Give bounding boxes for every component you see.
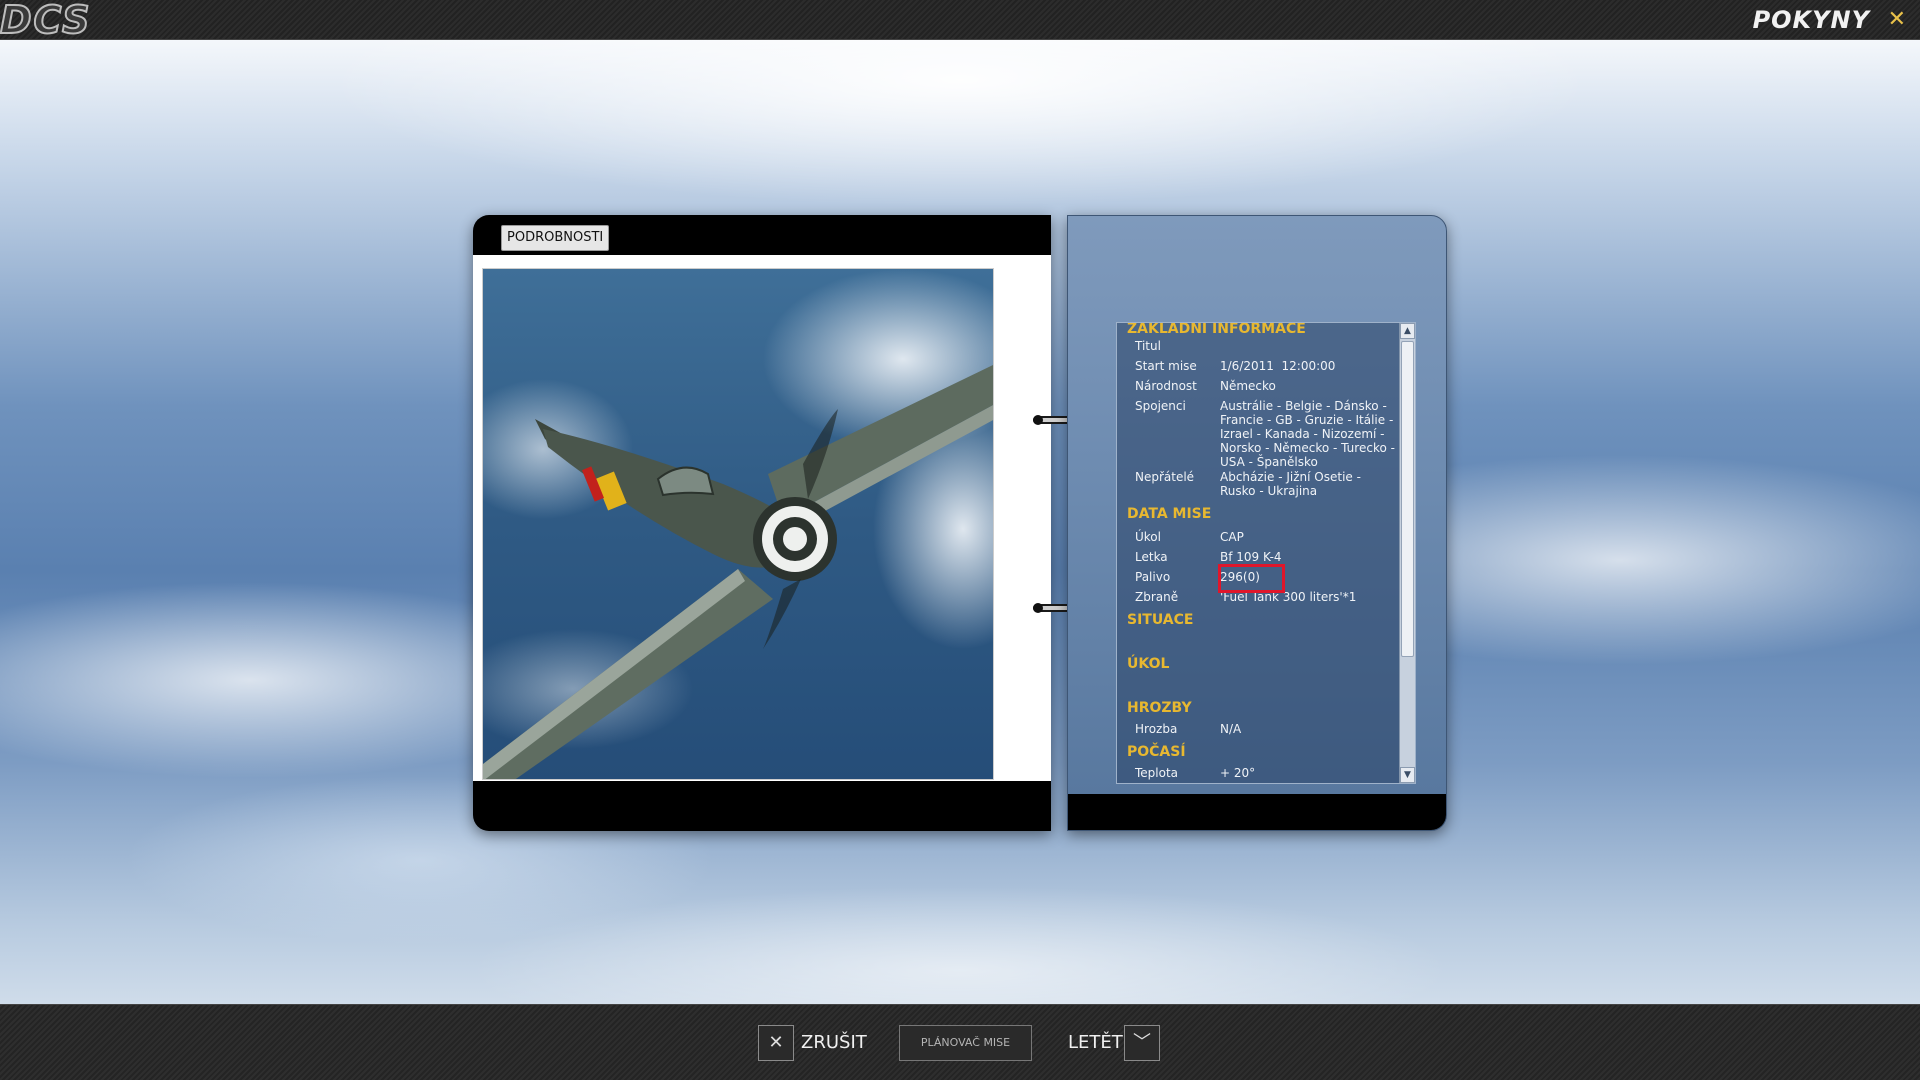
chevron-down-icon[interactable]: ﹀ <box>1124 1025 1160 1061</box>
scroll-down-icon[interactable]: ▼ <box>1400 767 1415 783</box>
value-task: CAP <box>1220 530 1244 544</box>
value-enemies: Abcházie - Jižní Osetie - Rusko - Ukraji… <box>1220 470 1361 498</box>
label-temperature: Teplota <box>1135 766 1179 780</box>
fuel-highlight-box <box>1218 564 1285 593</box>
label-title: Titul <box>1135 339 1161 353</box>
label-threat: Hrozba <box>1135 722 1178 736</box>
tab-details[interactable]: PODROBNOSTI <box>501 225 610 251</box>
section-basic-info: ZÁKLADNÍ INFORMACE <box>1127 322 1306 337</box>
value-start: 1/6/2011 12:00:00 <box>1220 359 1336 373</box>
cancel-icon[interactable]: ✕ <box>758 1025 794 1061</box>
close-icon[interactable]: ✕ <box>1888 0 1906 40</box>
value-title <box>1220 339 1399 359</box>
section-task: ÚKOL <box>1127 656 1170 672</box>
cancel-button[interactable]: ZRUŠIT <box>801 1025 867 1061</box>
section-threats: HROZBY <box>1127 700 1192 716</box>
label-enemies: Nepřátelé <box>1135 470 1195 484</box>
value-allies: Austrálie - Belgie - Dánsko - Francie - … <box>1220 399 1395 469</box>
scroll-thumb[interactable] <box>1401 341 1414 657</box>
dcs-logo: DCS <box>0 0 92 42</box>
info-scrollbar[interactable]: ▲ ▼ <box>1399 323 1415 783</box>
label-weapons: Zbraně <box>1135 590 1179 604</box>
label-start: Start mise <box>1135 359 1197 373</box>
aircraft-illustration <box>483 269 993 779</box>
value-nationality: Německo <box>1220 379 1276 393</box>
value-temperature: + 20° <box>1220 766 1256 780</box>
label-task: Úkol <box>1135 530 1161 544</box>
bottom-bar: ✕ ZRUŠIT PLÁNOVAČ MISE LETĚT ﹀ <box>0 1004 1920 1080</box>
right-page-footer <box>1068 794 1446 830</box>
value-weapons: 'Fuel Tank 300 liters'*1 <box>1220 590 1357 604</box>
section-situation: SITUACE <box>1127 612 1194 628</box>
label-flight: Letka <box>1135 550 1168 564</box>
scroll-up-icon[interactable]: ▲ <box>1400 323 1415 339</box>
image-area <box>473 255 1051 781</box>
label-nationality: Národnost <box>1135 379 1197 393</box>
briefing-right-page: ZÁKLADNÍ INFORMACE Titul Start mise 1/6/… <box>1067 215 1447 831</box>
fly-button[interactable]: LETĚT <box>1068 1025 1123 1061</box>
mission-info-panel[interactable]: ZÁKLADNÍ INFORMACE Titul Start mise 1/6/… <box>1116 322 1416 784</box>
section-mission-data: DATA MISE <box>1127 506 1212 522</box>
label-fuel: Palivo <box>1135 570 1171 584</box>
mission-aircraft-image <box>482 268 994 780</box>
top-bar: DCS POKYNY ✕ <box>0 0 1920 40</box>
page-title: POKYNY <box>1752 6 1870 34</box>
value-threat: N/A <box>1220 722 1242 736</box>
briefing-left-page: PODROBNOSTI <box>473 215 1051 831</box>
mission-planner-button[interactable]: PLÁNOVAČ MISE <box>899 1025 1032 1061</box>
label-allies: Spojenci <box>1135 399 1186 413</box>
mission-info-content: ZÁKLADNÍ INFORMACE Titul Start mise 1/6/… <box>1117 322 1399 783</box>
section-weather: POČASÍ <box>1127 744 1186 760</box>
